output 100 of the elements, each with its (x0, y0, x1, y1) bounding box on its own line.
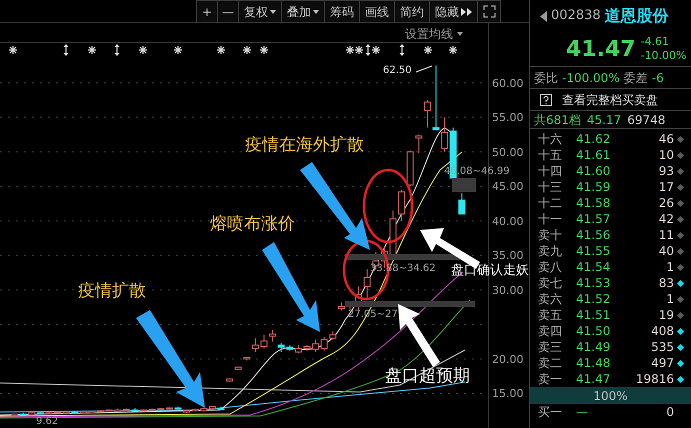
level-label: 卖八 (537, 259, 563, 276)
fullscreen-icon (482, 5, 496, 18)
order-ratio-label: 委比 (534, 70, 558, 86)
arrow-icon (300, 162, 370, 250)
star-marker-icon (242, 45, 252, 55)
order-price: 41.60 (576, 163, 612, 180)
candle (88, 410, 96, 414)
order-volume: 17 (658, 179, 674, 196)
star-marker-icon (173, 45, 183, 55)
candle (46, 412, 52, 415)
depth-price: 45.17 (586, 112, 622, 128)
level-label: 卖三 (537, 339, 563, 356)
ma-setting-dropdown[interactable]: 设置均线 (405, 25, 463, 43)
star-marker-icon (448, 45, 458, 55)
order-price: 41.58 (576, 195, 612, 212)
candle (132, 407, 138, 412)
level-label: 卖四 (537, 323, 563, 340)
candle (226, 378, 234, 382)
order-price: 41.62 (576, 131, 612, 148)
level-label: 卖一 (537, 371, 563, 388)
level-label: 十三 (537, 179, 563, 196)
level-label: 卖九 (537, 243, 563, 260)
star-marker-icon (345, 45, 355, 55)
arrow-marker-icon (366, 44, 370, 56)
full-order-book-link[interactable]: 查看完整档买卖盘 (562, 90, 658, 108)
double-chevron-icon (461, 8, 472, 16)
arrow-marker-icon (114, 44, 120, 56)
candle (432, 65, 440, 130)
level-label: 卖六 (537, 291, 563, 308)
candle (398, 189, 406, 222)
price-axis-label: 20.00 (492, 352, 524, 368)
level-label: 卖二 (537, 355, 563, 372)
order-price: 41.55 (576, 243, 612, 260)
arrow-marker-icon (64, 44, 68, 56)
price-axis-label: 30.00 (492, 282, 524, 299)
annotation-text: 疫情在海外扩散 (245, 137, 364, 154)
order-price: 41.59 (576, 179, 612, 196)
order-diff-value: -6 (652, 70, 664, 86)
candle (234, 366, 242, 370)
level-label: 卖七 (537, 275, 563, 292)
candle (424, 100, 431, 128)
candle (458, 192, 466, 214)
order-price: 41.56 (576, 227, 612, 244)
level-label: 十六 (537, 131, 563, 148)
caret-icon (270, 10, 276, 14)
order-volume: 497 (650, 355, 674, 372)
price-change-percent: -10.00% (640, 49, 687, 63)
stock-name: 道恩股份 (604, 5, 669, 27)
candle (304, 344, 310, 352)
order-volume: 42 (658, 211, 674, 228)
level-label: 卖五 (537, 307, 563, 324)
price-label: 62.50 (383, 64, 412, 78)
order-price: 41.57 (576, 211, 612, 228)
depth-volume: 69748 (627, 112, 666, 128)
star-marker-icon (87, 45, 97, 55)
candle (218, 406, 224, 410)
price-axis-label: 45.00 (492, 179, 524, 196)
level-label: 卖十 (537, 227, 563, 244)
order-volume: 46 (658, 131, 674, 148)
help-icon[interactable] (540, 94, 552, 106)
order-volume: 83 (658, 275, 674, 292)
order-volume: 1 (665, 259, 674, 276)
order-volume: 26 (658, 195, 674, 212)
price-label: 9.62 (36, 415, 58, 428)
caret-icon (457, 32, 463, 36)
depth-count-label: 共681档 (534, 112, 581, 128)
star-marker-icon (371, 45, 381, 55)
price-range-band (452, 178, 476, 192)
current-price: 41.47 (566, 36, 636, 64)
candle (338, 302, 345, 312)
order-price: — (576, 404, 589, 421)
level-label: 十二 (537, 195, 563, 212)
order-volume: 0 (665, 404, 674, 421)
back-arrow-icon[interactable] (540, 10, 547, 22)
level-label: 十一 (537, 211, 563, 228)
arrow-icon (398, 304, 440, 367)
order-volume: 1 (665, 291, 674, 308)
order-price: 41.48 (576, 355, 612, 372)
order-volume: 535 (650, 339, 674, 356)
level-label: 买一 (537, 404, 563, 421)
star-marker-icon (138, 45, 148, 55)
star-marker-icon (8, 45, 18, 55)
order-price: 41.53 (576, 275, 612, 292)
price-axis-label: 55.00 (492, 110, 524, 126)
arrow-marker-icon (400, 44, 404, 56)
order-volume: 408 (650, 323, 674, 340)
order-diff-label: 委差 (624, 70, 648, 86)
annotation-text: 疫情扩散 (78, 283, 146, 300)
star-marker-icon (259, 45, 269, 55)
star-marker-icon (423, 45, 433, 55)
candle (260, 334, 268, 350)
order-price: 41.50 (576, 323, 612, 340)
order-volume: 19816 (634, 371, 674, 388)
caret-icon (313, 10, 319, 14)
price-axis-label: 60.00 (492, 76, 524, 92)
price-change: -4.61 (640, 35, 670, 49)
level-label: 十四 (537, 163, 563, 180)
order-price: 41.54 (576, 259, 612, 276)
order-price: 41.52 (576, 291, 612, 308)
candle (252, 338, 259, 353)
